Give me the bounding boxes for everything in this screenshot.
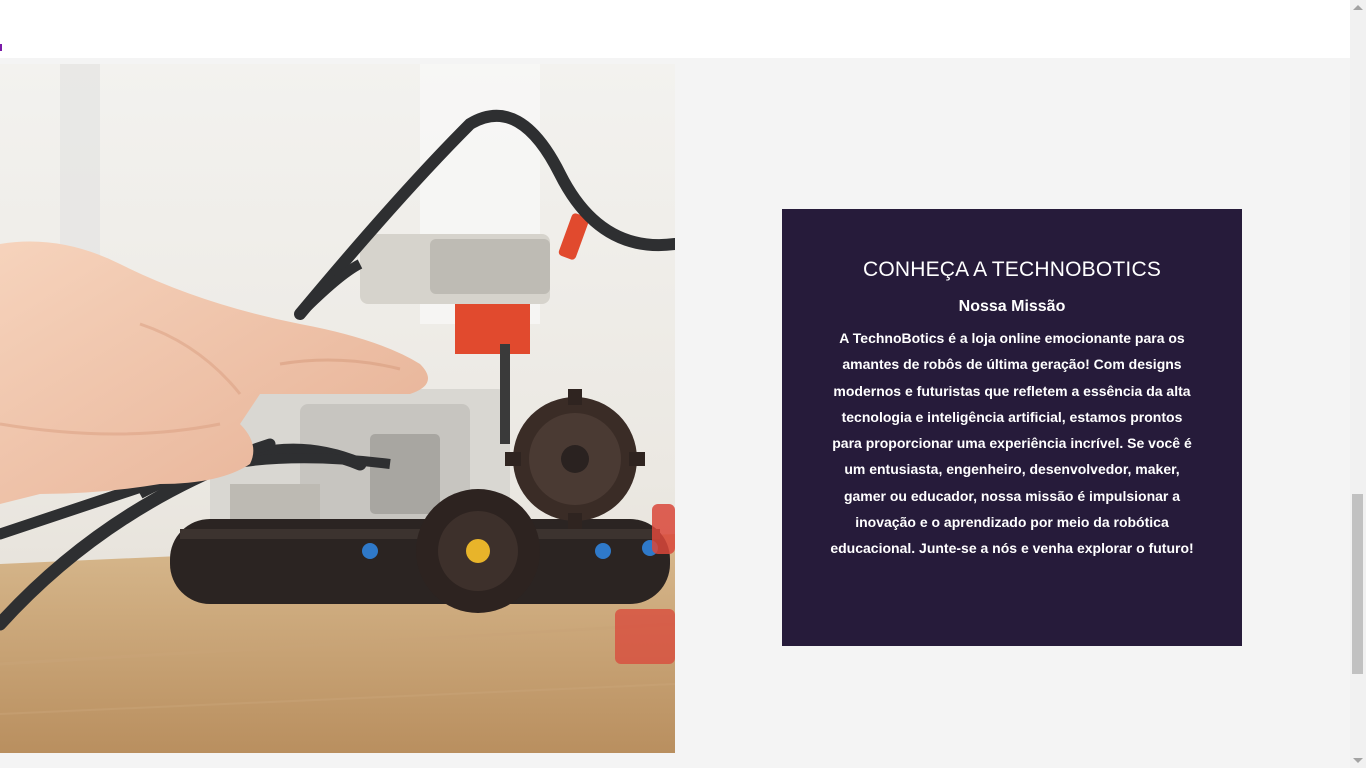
scroll-down-icon[interactable] bbox=[1353, 758, 1363, 763]
mission-text: A TechnoBotics é a loja online emocionan… bbox=[830, 330, 1194, 557]
mission-subtitle: Nossa Missão bbox=[958, 298, 1066, 315]
scrollbar-thumb[interactable] bbox=[1352, 494, 1363, 674]
page-scrollbar[interactable] bbox=[1350, 0, 1366, 768]
robotics-photo bbox=[0, 64, 675, 753]
header-marker bbox=[0, 44, 2, 51]
top-header-bar bbox=[0, 0, 1350, 58]
scroll-up-icon[interactable] bbox=[1353, 5, 1363, 10]
about-card: CONHEÇA A TECHNOBOTICS Nossa Missão A Te… bbox=[782, 209, 1242, 646]
about-title: CONHEÇA A TECHNOBOTICS bbox=[862, 258, 1162, 281]
